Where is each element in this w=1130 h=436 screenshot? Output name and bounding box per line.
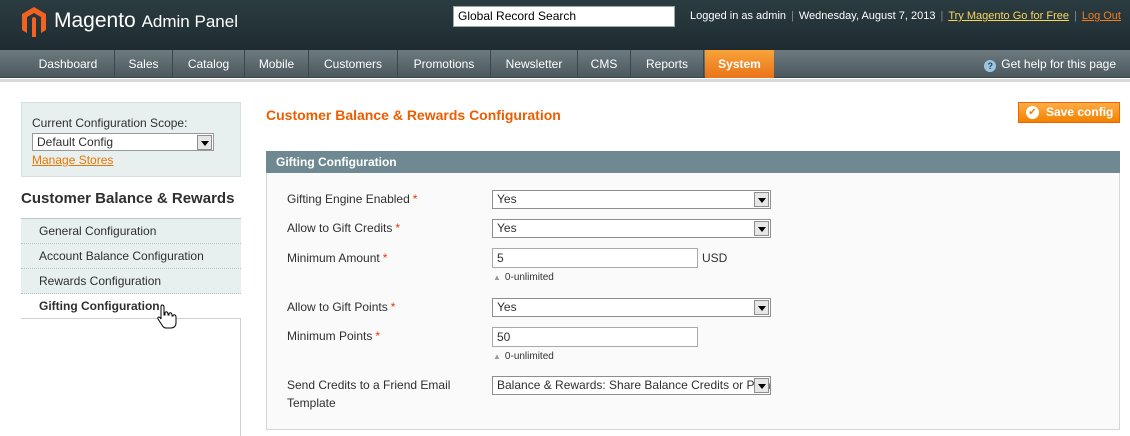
brand-main: Magento: [54, 9, 136, 32]
field-label-gift-points: Allow to Gift Points *: [287, 298, 395, 316]
save-config-label: Save config: [1046, 105, 1114, 119]
select-value: Yes: [497, 300, 517, 314]
brand-sub: Admin Panel: [141, 12, 238, 31]
nav-reports[interactable]: Reports: [631, 50, 704, 78]
nav-mobile[interactable]: Mobile: [245, 50, 309, 78]
required-mark: *: [390, 300, 396, 314]
label-text-line2: Template: [287, 396, 336, 410]
manage-stores-link[interactable]: Manage Stores: [32, 153, 113, 167]
label-text: Allow to Gift Credits: [287, 221, 393, 235]
email-template-select[interactable]: Balance & Rewards: Share Balance Credits…: [492, 376, 771, 395]
gift-points-select[interactable]: Yes: [492, 298, 771, 317]
gifting-engine-select[interactable]: Yes: [492, 190, 771, 209]
nav-divider: [0, 79, 1130, 82]
nav-newsletter[interactable]: Newsletter: [491, 50, 578, 78]
field-label-gifting-engine: Gifting Engine Enabled *: [287, 190, 417, 208]
sidebar-divider: [240, 318, 241, 436]
minimum-points-input[interactable]: 50: [492, 327, 698, 347]
sidebar-item-account-balance-configuration[interactable]: Account Balance Configuration: [21, 244, 241, 269]
note-text: 0-unlimited: [504, 272, 554, 283]
nav-promotions[interactable]: Promotions: [398, 50, 491, 78]
chevron-down-icon: [754, 221, 769, 236]
field-label-minimum-amount: Minimum Amount *: [287, 249, 387, 267]
label-text: Minimum Points: [287, 329, 373, 343]
nav-catalog[interactable]: Catalog: [173, 50, 245, 78]
config-scope-box: Current Configuration Scope: Default Con…: [21, 102, 241, 177]
chevron-down-icon: [754, 378, 769, 393]
chevron-down-icon: [754, 300, 769, 315]
scope-label: Current Configuration Scope:: [32, 116, 188, 130]
section-header-gifting[interactable]: Gifting Configuration: [266, 151, 1120, 173]
required-mark: *: [412, 192, 418, 206]
required-mark: *: [375, 329, 381, 343]
nav-sales[interactable]: Sales: [115, 50, 173, 78]
chevron-down-icon: [197, 135, 212, 150]
field-note-minimum-points: ▲ 0-unlimited: [493, 351, 554, 362]
sidebar-item-rewards-configuration[interactable]: Rewards Configuration: [21, 269, 241, 294]
required-mark: *: [395, 221, 401, 235]
select-value: Yes: [497, 221, 517, 235]
global-search-input[interactable]: Global Record Search: [453, 6, 675, 27]
sidebar-title: Customer Balance & Rewards: [21, 190, 235, 207]
select-value: Yes: [497, 192, 517, 206]
logged-in-text: Logged in as admin: [690, 10, 787, 22]
select-value: Balance & Rewards: Share Balance Credits…: [497, 378, 771, 392]
sidebar-item-general-configuration[interactable]: General Configuration: [21, 219, 241, 244]
question-circle-icon: ?: [984, 60, 997, 72]
required-mark: *: [382, 251, 388, 265]
brand-title: Magento Admin Panel: [54, 9, 238, 33]
field-label-email-template: Send Credits to a Friend Email Template: [287, 376, 450, 412]
triangle-up-icon: ▲: [493, 273, 501, 282]
save-config-button[interactable]: ✔ Save config: [1018, 102, 1120, 123]
sidebar-tabs: General Configuration Account Balance Co…: [21, 218, 241, 319]
logout-link[interactable]: Log Out: [1082, 10, 1121, 22]
sidebar-item-gifting-configuration[interactable]: Gifting Configuration: [21, 294, 241, 319]
label-text: Minimum Amount: [287, 251, 380, 265]
magento-logo-icon: [22, 7, 46, 37]
field-label-gift-credits: Allow to Gift Credits *: [287, 219, 400, 237]
main-nav: Dashboard Sales Catalog Mobile Customers…: [0, 50, 1130, 78]
header-links: Logged in as admin | Wednesday, August 7, …: [690, 10, 1121, 22]
field-label-minimum-points: Minimum Points *: [287, 327, 380, 345]
try-magento-go-link[interactable]: Try Magento Go for Free: [948, 10, 1069, 22]
gift-credits-select[interactable]: Yes: [492, 219, 771, 238]
currency-unit: USD: [702, 251, 728, 265]
hand-cursor-icon: [157, 304, 177, 329]
triangle-up-icon: ▲: [493, 352, 501, 361]
nav-cms[interactable]: CMS: [578, 50, 631, 78]
minimum-amount-input[interactable]: 5: [492, 248, 698, 268]
label-text: Allow to Gift Points: [287, 300, 388, 314]
label-text: Gifting Engine Enabled: [287, 192, 410, 206]
admin-header: Magento Admin Panel Global Record Search…: [0, 0, 1130, 50]
nav-system[interactable]: System: [705, 50, 774, 78]
chevron-down-icon: [754, 192, 769, 207]
note-text: 0-unlimited: [504, 351, 554, 362]
help-link[interactable]: ? Get help for this page: [984, 50, 1116, 78]
nav-dashboard[interactable]: Dashboard: [22, 50, 115, 78]
scope-select-value: Default Config: [37, 135, 114, 149]
current-date: Wednesday, August 7, 2013: [798, 10, 936, 22]
check-circle-icon: ✔: [1026, 106, 1039, 119]
scope-select[interactable]: Default Config: [32, 133, 214, 151]
label-text-line1: Send Credits to a Friend Email: [287, 378, 451, 392]
nav-customers[interactable]: Customers: [309, 50, 398, 78]
page-title: Customer Balance & Rewards Configuration: [266, 107, 561, 123]
help-link-label: Get help for this page: [1001, 57, 1116, 71]
field-note-minimum-amount: ▲ 0-unlimited: [493, 272, 554, 283]
